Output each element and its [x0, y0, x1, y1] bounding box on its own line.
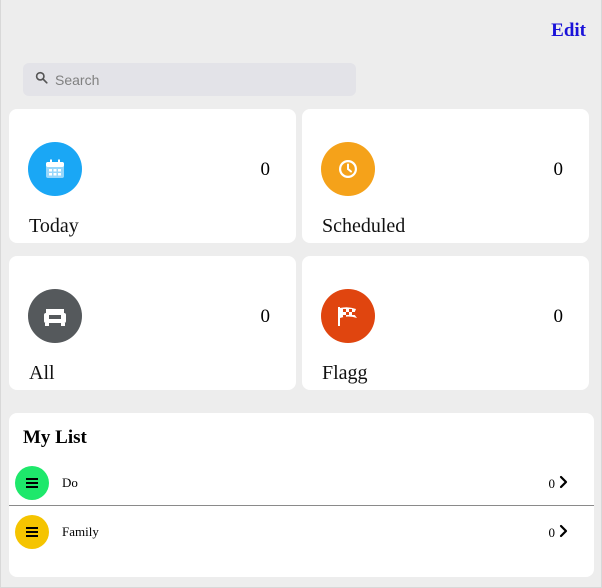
edit-button[interactable]: Edit	[551, 20, 586, 42]
list-item-family[interactable]: Family 0	[9, 509, 594, 555]
list-icon	[15, 515, 49, 549]
search-bar[interactable]	[23, 63, 356, 96]
list-item-count: 0	[548, 476, 556, 491]
today-count: 0	[260, 159, 271, 180]
search-icon	[35, 71, 48, 89]
clock-icon	[321, 142, 375, 196]
list-item-name: Do	[62, 475, 78, 490]
all-count: 0	[260, 306, 271, 327]
list-item-do[interactable]: Do 0	[9, 460, 594, 506]
today-card[interactable]: 0 Today	[9, 109, 296, 243]
my-list-title: My List	[23, 427, 87, 448]
all-card[interactable]: 0 All	[9, 256, 296, 390]
my-list-section: My List Do 0 Family 0	[9, 413, 594, 577]
scheduled-count: 0	[553, 159, 564, 180]
chevron-right-icon	[559, 475, 568, 489]
flagged-label: Flagg	[322, 362, 368, 384]
scheduled-label: Scheduled	[322, 215, 406, 237]
today-label: Today	[29, 215, 79, 237]
inbox-tray-icon	[28, 289, 82, 343]
checkered-flag-icon	[321, 289, 375, 343]
all-label: All	[29, 362, 55, 384]
scheduled-card[interactable]: 0 Scheduled	[302, 109, 589, 243]
calendar-icon	[28, 142, 82, 196]
list-icon	[15, 466, 49, 500]
search-input[interactable]	[55, 71, 335, 88]
flagged-card[interactable]: 0 Flagg	[302, 256, 589, 390]
flagged-count: 0	[553, 306, 564, 327]
app-window: Edit 0 Today	[0, 0, 602, 588]
list-item-name: Family	[62, 524, 99, 539]
list-item-count: 0	[548, 525, 556, 540]
divider	[9, 505, 594, 506]
chevron-right-icon	[559, 524, 568, 538]
